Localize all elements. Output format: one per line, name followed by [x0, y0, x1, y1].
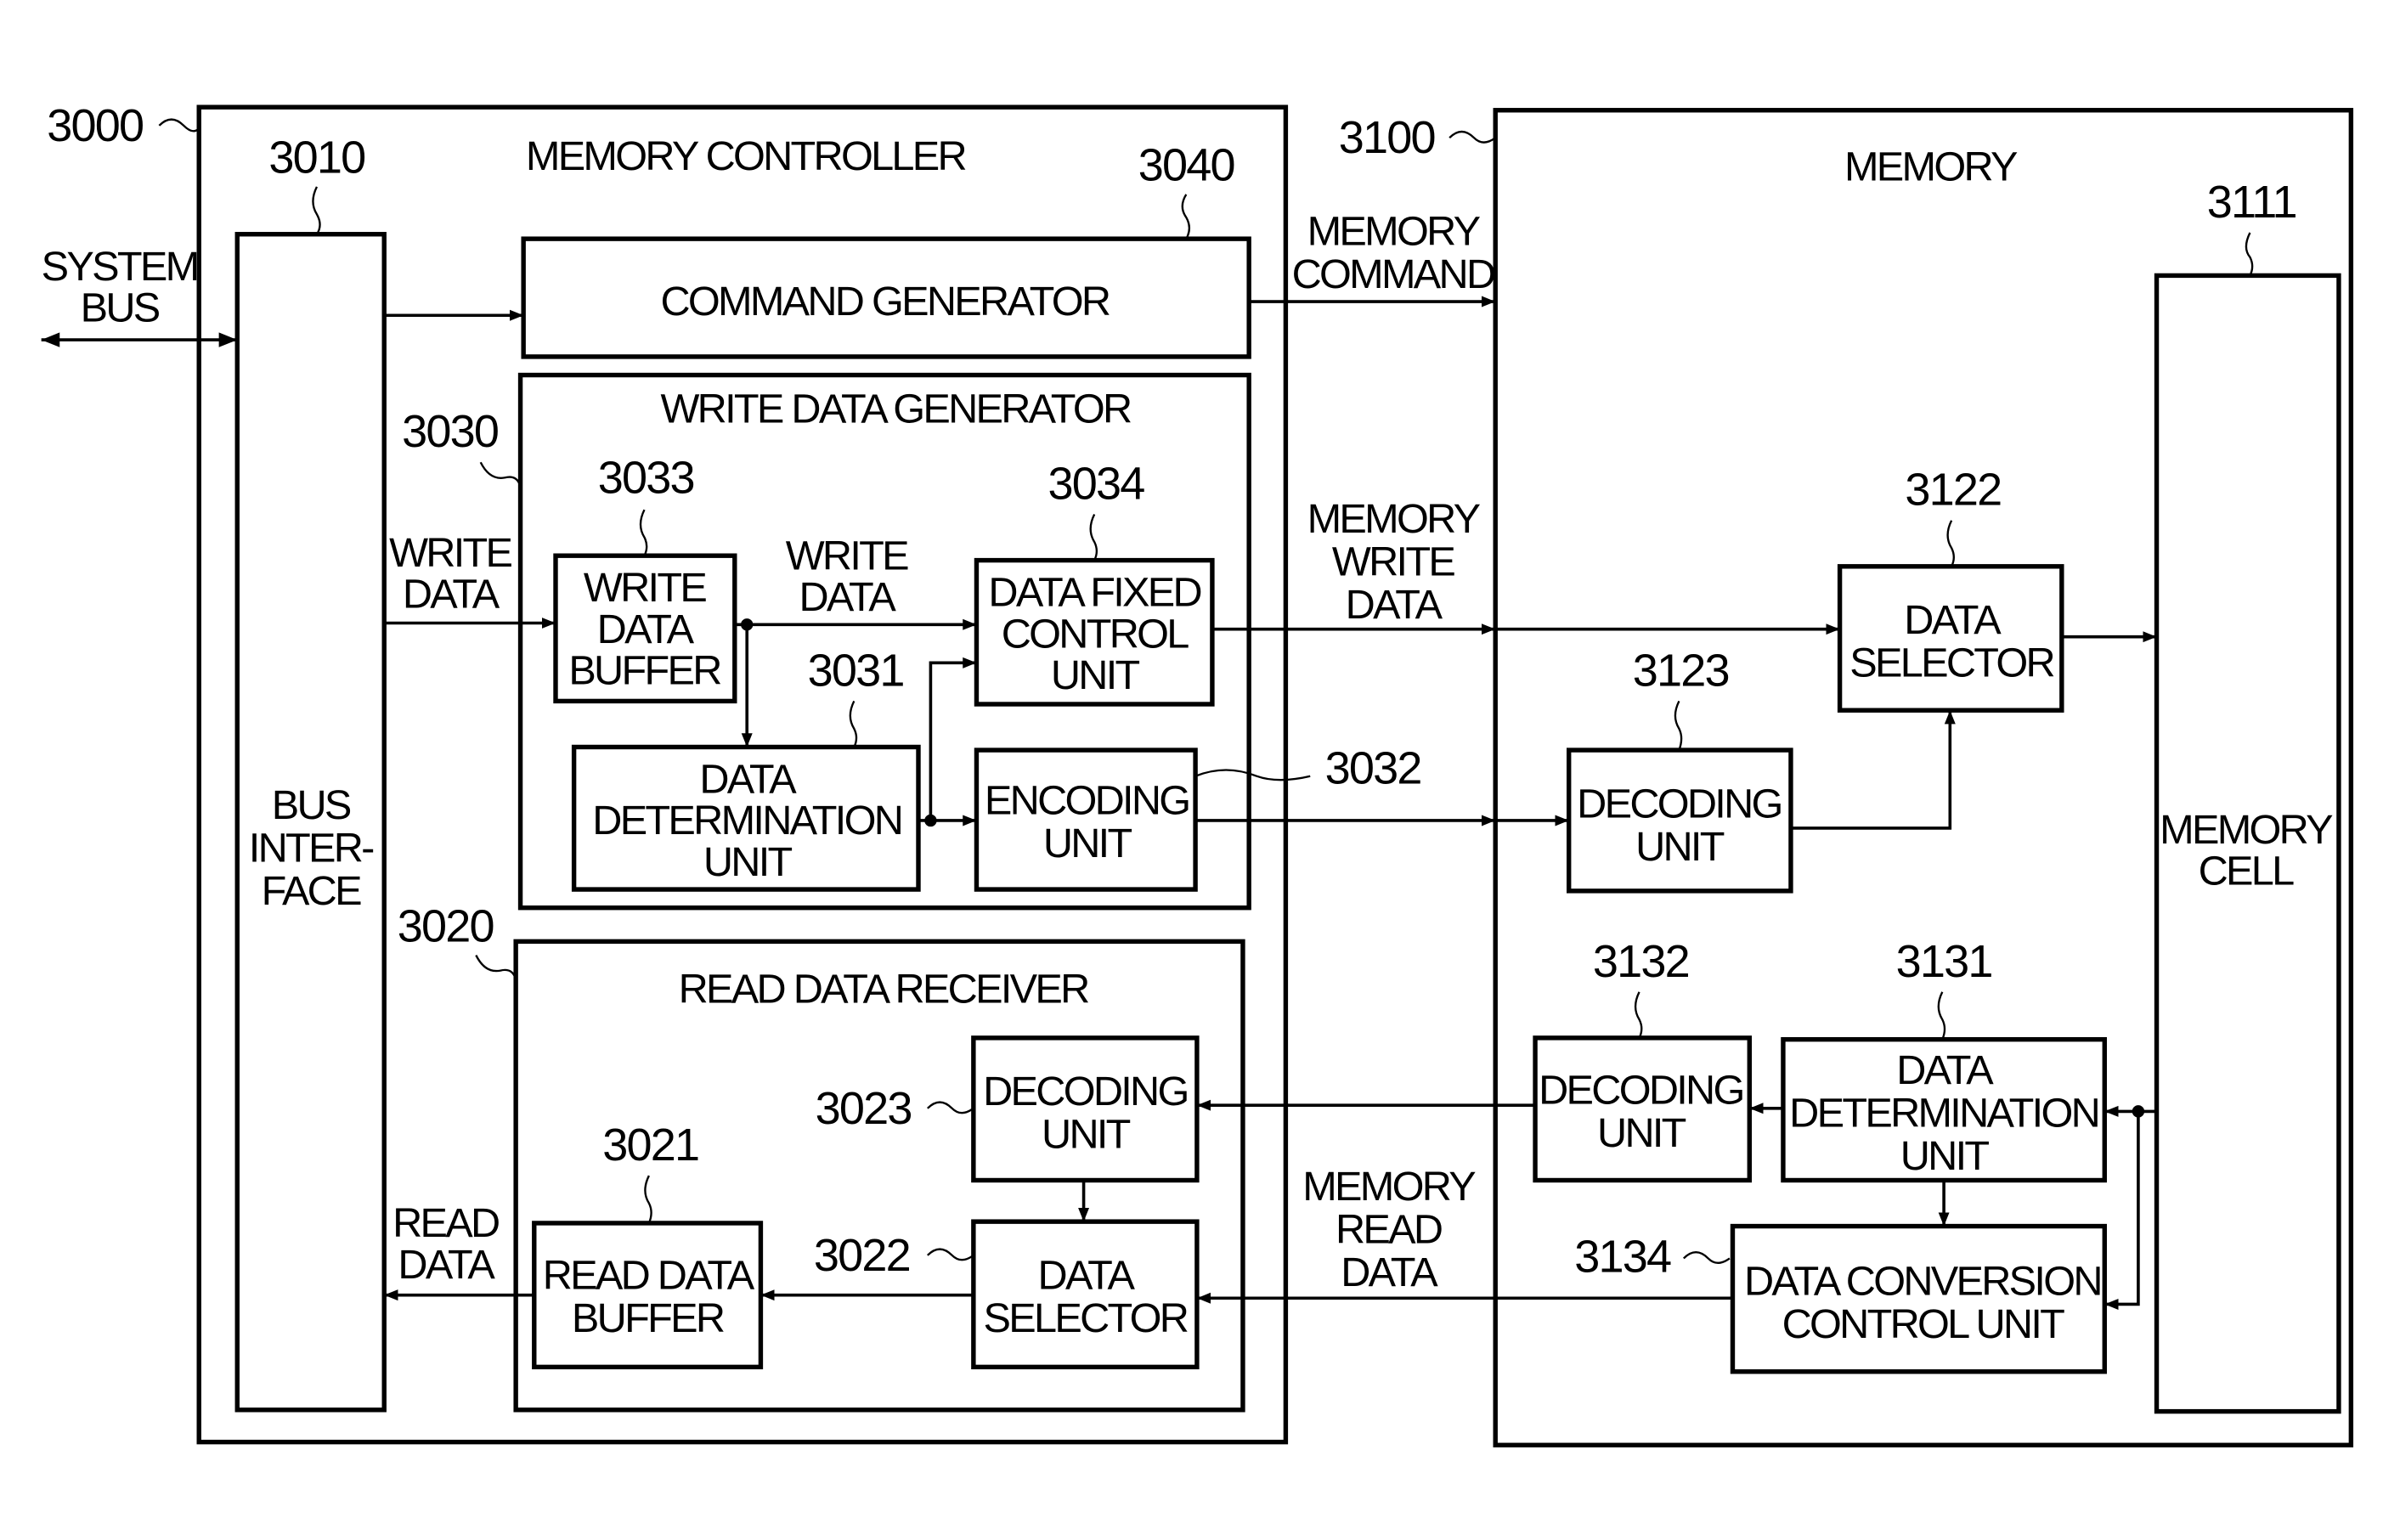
ref-3023: 3023: [816, 1083, 912, 1134]
ref-3021: 3021: [602, 1120, 698, 1171]
memory-read-data-label-2: READ: [1336, 1206, 1442, 1252]
data-fixed-label-3: UNIT: [1051, 652, 1140, 698]
write-data-buffer-label-2: DATA: [597, 606, 695, 652]
ref-3033: 3033: [598, 452, 694, 503]
memory-read-data-label-3: DATA: [1341, 1249, 1438, 1295]
system-bus-label-2: BUS: [81, 285, 160, 330]
ref-3010: 3010: [268, 133, 364, 183]
ref-3000: 3000: [47, 100, 143, 151]
inner-write-data-2: DATA: [799, 574, 896, 620]
ref-3132: 3132: [1593, 936, 1689, 987]
read-data-receiver-title: READ DATA RECEIVER: [679, 966, 1089, 1012]
mem-decoding-write-label-2: UNIT: [1635, 824, 1725, 870]
memory-write-data-label-2: WRITE: [1332, 539, 1454, 585]
write-data-buffer-label-3: BUFFER: [568, 648, 720, 694]
inner-write-data-1: WRITE: [786, 533, 908, 578]
data-determination-label-3: UNIT: [703, 839, 793, 885]
memory-write-data-label-3: DATA: [1346, 582, 1443, 628]
ref-3031: 3031: [808, 645, 904, 696]
mem-decoding-read-label-2: UNIT: [1597, 1110, 1686, 1156]
write-data-buffer-label-1: WRITE: [584, 565, 706, 611]
rx-decoding-label-2: UNIT: [1042, 1112, 1131, 1158]
memory-title: MEMORY: [1844, 144, 2018, 190]
write-data-generator-title: WRITE DATA GENERATOR: [660, 386, 1131, 432]
memory-controller: 3000 MEMORY CONTROLLER 3010 BUS INTER- F…: [42, 100, 1422, 1445]
memory-cell-label-1: MEMORY: [2160, 807, 2333, 853]
ref-3020: 3020: [398, 900, 494, 951]
mem-conversion-label-1: DATA CONVERSION: [1744, 1259, 2101, 1305]
ref-3131: 3131: [1896, 936, 1992, 987]
read-data-signal-2: DATA: [398, 1242, 495, 1288]
ref-3100: 3100: [1339, 112, 1435, 163]
leader-3000: [158, 118, 200, 133]
memory-read-data-label-1: MEMORY: [1302, 1164, 1476, 1210]
system-bus-label-1: SYSTEM: [42, 244, 198, 290]
block-diagram: 3000 MEMORY CONTROLLER 3010 BUS INTER- F…: [42, 100, 2354, 1447]
mem-selector-label-1: DATA: [1904, 597, 2002, 643]
ref-3032: 3032: [1325, 743, 1421, 794]
encoding-unit-label-2: UNIT: [1043, 821, 1132, 866]
leader-3100: [1448, 130, 1496, 144]
bus-interface-label-2: INTER-: [249, 826, 374, 872]
rx-selector-label-1: DATA: [1038, 1252, 1136, 1298]
memory-cell-label-2: CELL: [2199, 849, 2294, 894]
memory-write-data-label-1: MEMORY: [1307, 496, 1481, 542]
rx-decoding-label-1: DECODING: [983, 1069, 1187, 1114]
data-determination-label-1: DATA: [699, 757, 797, 803]
data-fixed-label-2: CONTROL: [1002, 611, 1189, 657]
ref-3111: 3111: [2207, 177, 2296, 228]
mem-determination-label-2: DETERMINATION: [1789, 1090, 2098, 1136]
data-fixed-label-1: DATA FIXED: [988, 570, 1200, 616]
bus-interface-label-1: BUS: [272, 782, 351, 828]
mem-determination-label-3: UNIT: [1900, 1133, 1990, 1179]
ref-3022: 3022: [814, 1230, 910, 1281]
encoding-unit-label-1: ENCODING: [985, 778, 1189, 824]
read-buffer-label-2: BUFFER: [572, 1295, 724, 1341]
ref-3040: 3040: [1138, 140, 1234, 191]
memory-command-label-2: COMMAND: [1292, 251, 1494, 297]
memory-controller-title: MEMORY CONTROLLER: [526, 133, 966, 179]
read-data-signal-1: READ: [392, 1200, 499, 1246]
ref-3123: 3123: [1633, 645, 1729, 696]
rx-selector-label-2: SELECTOR: [984, 1295, 1188, 1341]
bus-interface-label-3: FACE: [262, 868, 361, 914]
command-generator-label: COMMAND GENERATOR: [660, 279, 1109, 324]
ref-3134: 3134: [1574, 1232, 1671, 1283]
mem-decoding-read-label-1: DECODING: [1539, 1067, 1742, 1113]
mem-selector-label-2: SELECTOR: [1849, 640, 2053, 686]
ref-3122: 3122: [1905, 465, 2001, 516]
ref-3030: 3030: [402, 406, 498, 457]
memory-command-label-1: MEMORY: [1307, 208, 1481, 254]
write-data-signal-2: DATA: [403, 571, 500, 617]
memory: 3100 MEMORY 3111 MEMORY CELL 3122 DATA S…: [1339, 108, 2354, 1447]
write-data-signal-1: WRITE: [389, 530, 511, 576]
data-determination-label-2: DETERMINATION: [592, 798, 901, 843]
mem-determination-label-1: DATA: [1896, 1047, 1994, 1093]
read-buffer-label-1: READ DATA: [543, 1252, 755, 1298]
mem-decoding-write-label-1: DECODING: [1577, 781, 1781, 826]
ref-3034: 3034: [1048, 459, 1144, 510]
mem-conversion-label-2: CONTROL UNIT: [1782, 1301, 2065, 1347]
